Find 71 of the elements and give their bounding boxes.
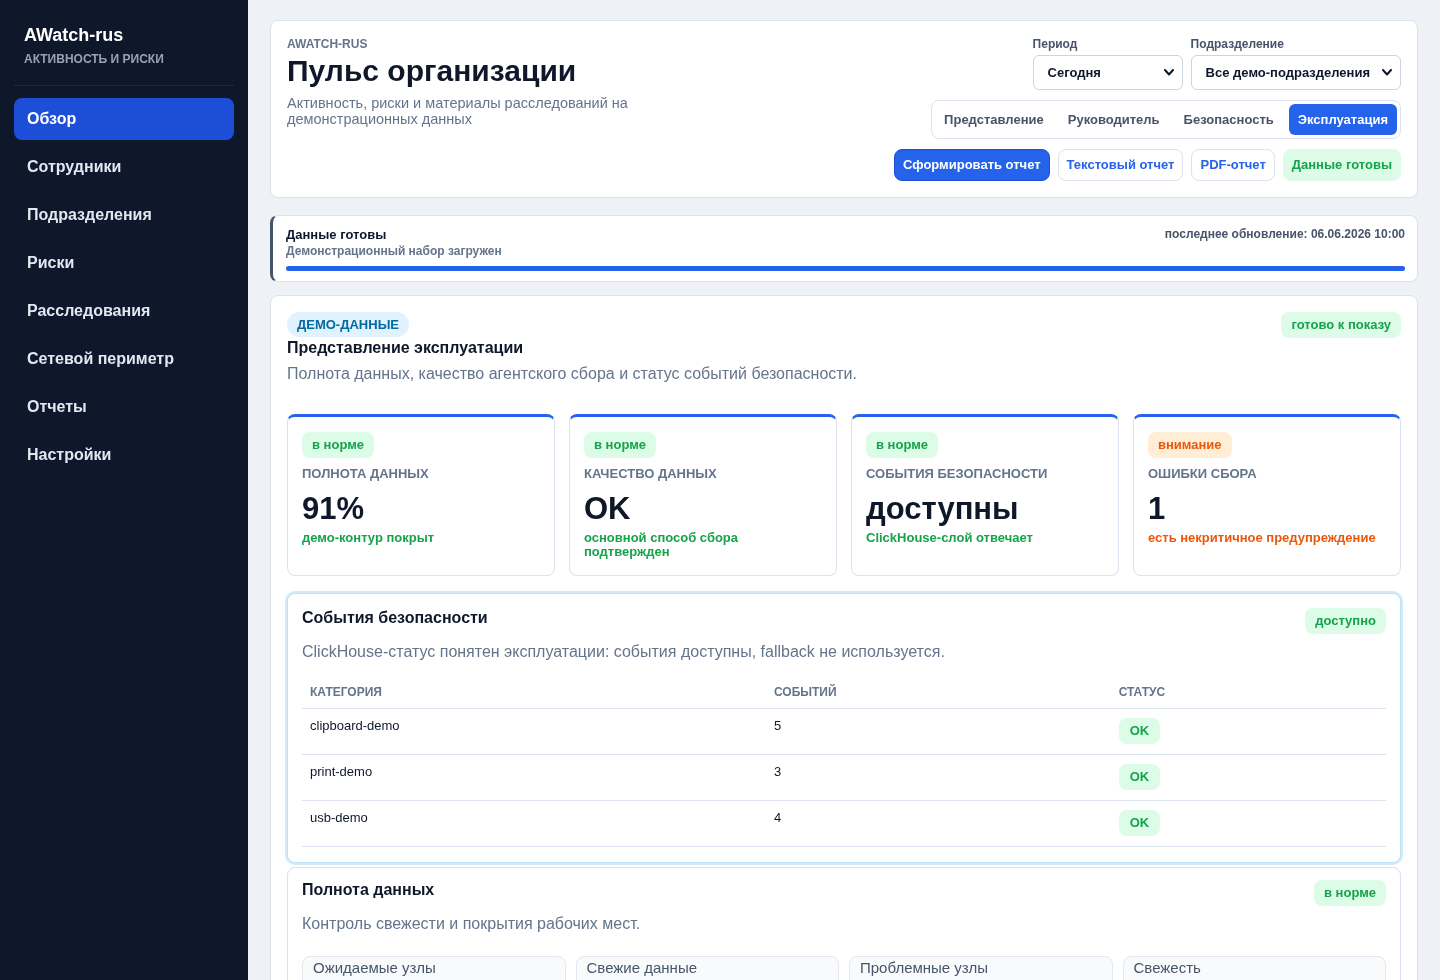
filter-label: Период: [1032, 37, 1079, 51]
section-title: События безопасности: [302, 608, 489, 628]
brand-subtitle: АКТИВНОСТЬ И РИСКИ: [24, 52, 165, 66]
kpi-value: доступны: [866, 491, 1020, 527]
page-title: Пульс организации: [287, 54, 578, 88]
kpi-note: есть некритичное предупреждение: [1148, 531, 1377, 545]
nav-item[interactable]: Подразделения: [14, 194, 234, 236]
kpi-label: ПОЛНОТА ДАННЫХ: [302, 466, 430, 482]
report-button[interactable]: Текстовый отчет: [1057, 149, 1184, 181]
nav-item[interactable]: Обзор: [14, 98, 234, 140]
nav-item[interactable]: Настройки: [14, 434, 234, 476]
column-header: КАТЕГОРИЯ: [302, 676, 766, 709]
nav-item[interactable]: Сетевой периметр: [14, 338, 234, 380]
view-tab[interactable]: Безопасность: [1174, 104, 1283, 135]
status-title: Данные готовы: [286, 227, 388, 242]
status-badge: OK: [1118, 810, 1161, 836]
kpi-note: ClickHouse-слой отвечает: [866, 531, 1034, 545]
tile-label: Свежие данные: [586, 959, 698, 976]
section-description: Полнота данных, качество агентского сбора и статус событий безопасности.: [287, 364, 857, 384]
status-badge: доступно: [1305, 608, 1386, 634]
column-header: СОБЫТИЙ: [765, 676, 1111, 709]
status-badge: OK: [1118, 764, 1161, 790]
status-badge: готово к показу: [1281, 312, 1401, 338]
status-badge: в норме: [302, 432, 374, 458]
status-badge: OK: [1118, 718, 1161, 744]
table-cell: 5: [765, 708, 1111, 755]
table-cell: print-demo: [302, 754, 766, 801]
section-title: Представление эксплуатации: [287, 338, 525, 358]
chevron-down-icon: [1163, 69, 1174, 76]
kpi-label: ОШИБКИ СБОРА: [1148, 466, 1258, 482]
kpi-value: OK: [584, 491, 632, 527]
report-button[interactable]: PDF-отчет: [1191, 149, 1275, 181]
section-description: ClickHouse-статус понятен эксплуатации: события доступны, fallback не используется.: [302, 642, 945, 662]
status-badge: в норме: [1314, 880, 1386, 906]
nav-item[interactable]: Сотрудники: [14, 146, 234, 188]
table-cell: clipboard-demo: [302, 708, 766, 755]
section-title: Полнота данных: [302, 880, 436, 900]
chevron-down-icon: [1382, 69, 1392, 76]
status-badge: в норме: [866, 432, 938, 458]
kpi-value: 91%: [302, 491, 366, 527]
tile-label: Ожидаемые узлы: [313, 959, 437, 976]
table-cell: 4: [765, 800, 1111, 847]
view-tab[interactable]: Эксплуатация: [1288, 104, 1397, 135]
nav-item[interactable]: Отчеты: [14, 386, 234, 428]
view-tab[interactable]: Руководитель: [1058, 104, 1169, 135]
filter-select[interactable]: Сегодня: [1032, 55, 1183, 90]
view-tab[interactable]: Представление: [935, 104, 1053, 135]
nav-item[interactable]: Риски: [14, 242, 234, 284]
page-description: Активность, риски и материалы расследований на демонстрационных данных: [287, 95, 629, 127]
table-cell: usb-demo: [302, 800, 766, 847]
nav-item[interactable]: Расследования: [14, 290, 234, 332]
kpi-label: КАЧЕСТВО ДАННЫХ: [584, 466, 718, 482]
demo-data-tag: ДЕМО-ДАННЫЕ: [287, 312, 410, 337]
brand-name: AWatch-rus: [24, 24, 125, 46]
kpi-label: СОБЫТИЯ БЕЗОПАСНОСТИ: [866, 466, 1049, 482]
table-cell: 3: [765, 754, 1111, 801]
kpi-note: основной способ сбора подтвержден: [584, 531, 740, 559]
generate-report-button[interactable]: Сформировать отчет: [893, 149, 1050, 181]
tile-label: Проблемные узлы: [860, 959, 990, 976]
kpi-value: 1: [1148, 491, 1167, 527]
kpi-note: демо-контур покрыт: [302, 531, 436, 545]
status-badge: в норме: [584, 432, 656, 458]
tile-label: Свежесть: [1133, 959, 1202, 976]
eyebrow-label: AWATCH-RUS: [287, 37, 369, 51]
filter-label: Подразделение: [1190, 37, 1285, 51]
filter-select[interactable]: Все демо-подразделения: [1190, 55, 1401, 90]
status-subtitle: Демонстрационный набор загружен: [286, 244, 502, 258]
column-header: СТАТУС: [1110, 676, 1386, 709]
section-description: Контроль свежести и покрытия рабочих мест.: [302, 914, 641, 934]
last-update-label: последнее обновление: 06.06.2026 10:00: [1164, 227, 1405, 241]
status-badge: внимание: [1148, 432, 1232, 458]
